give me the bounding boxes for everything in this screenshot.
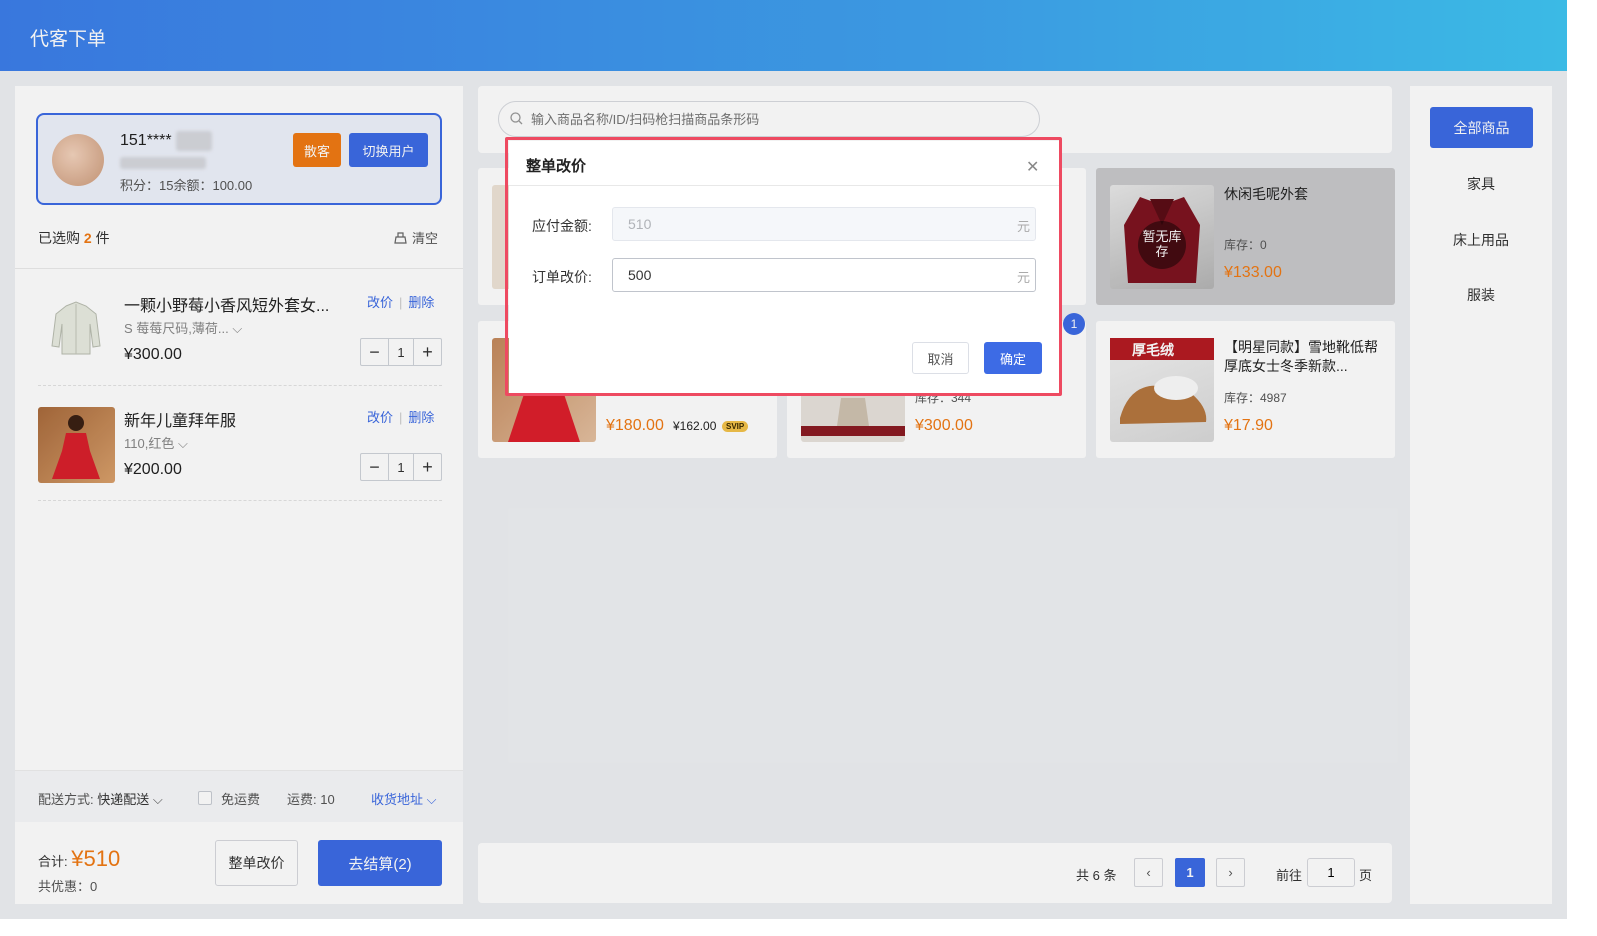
- payable-amount-field: [612, 207, 1036, 241]
- cancel-button[interactable]: 取消: [912, 342, 969, 374]
- adjust-price-dialog: 整单改价 ✕ 应付金额: 元 订单改价: 元 取消 确定: [509, 141, 1059, 393]
- close-icon[interactable]: ✕: [1026, 157, 1039, 177]
- dialog-title: 整单改价: [526, 158, 587, 175]
- dialog-divider: [509, 185, 1059, 186]
- payable-unit: 元: [1017, 219, 1031, 234]
- adjust-unit: 元: [1017, 270, 1031, 285]
- window-edge-bottom: [0, 919, 1597, 936]
- payable-label: 应付金额:: [532, 218, 592, 234]
- adjust-price-input[interactable]: [612, 258, 1036, 292]
- confirm-button[interactable]: 确定: [984, 342, 1042, 374]
- window-edge: [1567, 0, 1597, 936]
- adjust-label: 订单改价:: [532, 269, 592, 285]
